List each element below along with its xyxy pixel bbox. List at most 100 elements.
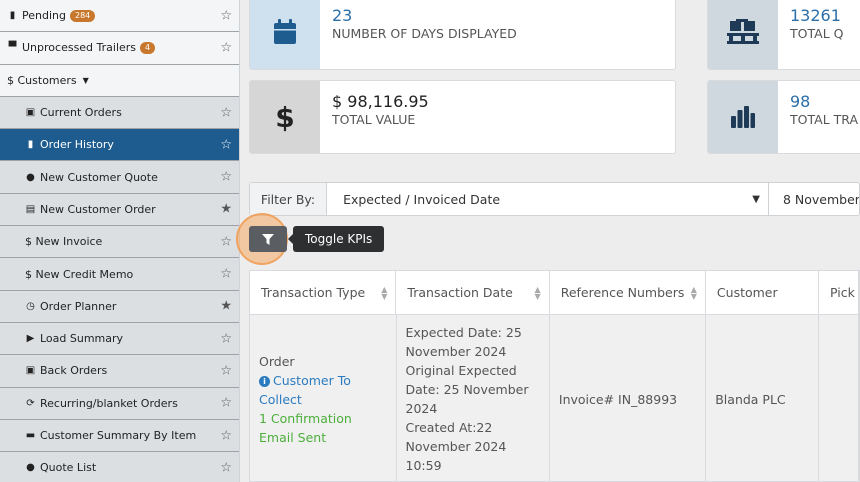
sidebar-item-label: $ Customers [7,73,77,87]
sidebar-item-order-planner[interactable]: ◷ Order Planner ★ [0,290,239,323]
pallet-icon [727,19,759,44]
filter-date-value: 8 November [782,191,860,207]
document-icon: ▮ [9,10,16,22]
star-outline-icon[interactable]: ☆ [220,267,232,282]
transactions-table: Transaction Type ▲ ▼ Transaction Date ▲ ▼ … [249,270,860,482]
sidebar-item-label: $ New Invoice [25,235,103,249]
sidebar-item-label: Back Orders [40,364,108,378]
sidebar-item-label: New Customer Order [40,202,156,216]
star-outline-icon[interactable]: ☆ [220,363,232,378]
cell-reference-numbers: Invoice# IN_88993 [550,315,707,481]
kpi-days-value: 23 [332,6,353,25]
customer-to-collect-link[interactable]: i Customer To Collect [259,371,387,409]
kpi-trans-card: 98 TOTAL TRA [707,80,860,154]
star-outline-icon[interactable]: ☆ [220,170,232,185]
sidebar-item-new-customer-quote[interactable]: ● New Customer Quote ☆ [0,161,239,194]
bar-chart-icon [731,106,755,128]
sort-icon: ▲ ▼ [381,284,388,301]
column-header-pick[interactable]: Pick [819,271,859,314]
sidebar-item-label: New Customer Quote [40,170,158,184]
toggle-kpis-button[interactable] [249,226,287,252]
info-icon: i [259,375,270,387]
kpi-icon-box: $ [250,81,320,153]
sidebar-item-label: Order Planner [40,299,117,313]
sidebar-item-customers[interactable]: $ Customers ▼ [0,64,239,97]
star-outline-icon[interactable]: ☆ [220,460,232,475]
caret-down-icon: ▼ [82,75,89,85]
truck-icon: ▶ [26,333,35,345]
sidebar-item-unprocessed-trailers[interactable]: ▀ Unprocessed Trailers 4 ☆ [0,32,239,65]
star-outline-icon[interactable]: ☆ [220,428,232,443]
sort-icon: ▲ ▼ [690,284,697,301]
sidebar-item-new-credit-memo[interactable]: $ New Credit Memo ☆ [0,258,239,291]
sort-icon: ▲ ▼ [534,284,541,301]
star-filled-icon[interactable]: ★ [220,299,232,314]
sidebar-item-pending[interactable]: ▮ Pending 284 ☆ [0,0,239,33]
kpi-trans-value: 98 [790,92,811,111]
sidebar-item-label: Unprocessed Trailers [22,41,137,55]
kpi-icon-box [250,0,320,69]
sidebar-item-new-invoice[interactable]: $ New Invoice ☆ [0,226,239,259]
table-header: Transaction Type ▲ ▼ Transaction Date ▲ ▼ … [250,271,859,315]
star-outline-icon[interactable]: ☆ [220,105,232,120]
toggle-kpis-tooltip: Toggle KPIs [287,226,385,252]
sidebar-item-recurring-orders[interactable]: ⟳ Recurring/blanket Orders ☆ [0,387,239,420]
cell-customer: Blanda PLC [706,315,820,481]
sidebar-item-current-orders[interactable]: ▣ Current Orders ☆ [0,96,239,130]
star-outline-icon[interactable]: ☆ [220,137,232,152]
kpi-qty-value: 13261 [790,6,841,25]
sidebar-item-customer-summary-by-item[interactable]: ▬ Customer Summary By Item ☆ [0,419,239,453]
sidebar-item-new-customer-order[interactable]: ▤ New Customer Order ★ [0,193,239,227]
refresh-icon: ⟳ [26,397,35,409]
kpi-qty-label: TOTAL Q [790,26,844,41]
cart-icon: ▣ [25,107,36,119]
sidebar-item-back-orders[interactable]: ▣ Back Orders ☆ [0,355,239,388]
count-badge: 284 [69,9,96,22]
filter-by-select[interactable]: Expected / Invoiced Date ▼ [327,183,769,215]
filter-by-label: Filter By: [250,183,328,215]
comment-icon: ● [26,462,35,474]
comment-icon: ● [26,171,35,183]
kpi-trans-label: TOTAL TRA [790,112,858,127]
document-icon: ▮ [27,139,34,151]
cart-icon: ▣ [25,365,36,377]
cell-transaction-date: Expected Date: 25 November 2024 Original… [397,315,550,481]
kpi-icon-box [708,81,778,153]
calendar-icon [274,19,296,44]
sidebar-item-order-history[interactable]: ▮ Order History ☆ [0,129,239,162]
ruler-icon: ▬ [25,430,36,441]
table-row[interactable]: Order i Customer To Collect 1 Confirmatio… [250,315,859,481]
kpi-days-label: NUMBER OF DAYS DISPLAYED [332,26,517,41]
sidebar-item-label: Customer Summary By Item [40,429,197,442]
chevron-down-icon: ▼ [752,193,760,205]
sidebar-item-quote-list[interactable]: ● Quote List ☆ [0,452,239,482]
sidebar-item-label: Order History [40,138,114,152]
dollar-icon: $ [275,100,295,134]
filter-date-input[interactable]: 8 November [769,183,859,215]
cell-transaction-type: Order i Customer To Collect 1 Confirmatio… [250,315,397,481]
column-header-transaction-date[interactable]: Transaction Date ▲ ▼ [396,271,550,314]
star-outline-icon[interactable]: ☆ [220,234,232,249]
kpi-value-value: $ 98,116.95 [332,92,429,111]
list-icon: ▤ [25,203,36,215]
count-badge: 4 [140,41,156,54]
column-header-reference-numbers[interactable]: Reference Numbers ▲ ▼ [550,271,706,314]
sidebar-item-load-summary[interactable]: ▶ Load Summary ☆ [0,322,239,356]
trailer-icon: ▀ [8,42,17,54]
star-outline-icon[interactable]: ☆ [220,396,232,411]
filter-bar: Filter By: Expected / Invoiced Date ▼ 8 … [249,182,860,216]
star-outline-icon[interactable]: ☆ [220,8,232,23]
kpi-value-label: TOTAL VALUE [332,112,416,127]
kpi-days-card: 23 NUMBER OF DAYS DISPLAYED [249,0,676,70]
column-header-customer[interactable]: Customer [706,271,820,314]
star-filled-icon[interactable]: ★ [220,202,232,217]
kpi-qty-card: 13261 TOTAL Q [707,0,860,70]
star-outline-icon[interactable]: ☆ [220,40,232,55]
star-outline-icon[interactable]: ☆ [220,331,232,346]
column-header-transaction-type[interactable]: Transaction Type ▲ ▼ [250,271,397,314]
kpi-value-card: $ $ 98,116.95 TOTAL VALUE [249,80,676,154]
kpi-icon-box [708,0,778,69]
sidebar-item-label: Pending [22,9,66,23]
sidebar-item-label: Load Summary [40,332,124,346]
sidebar-item-label: Current Orders [40,106,122,120]
